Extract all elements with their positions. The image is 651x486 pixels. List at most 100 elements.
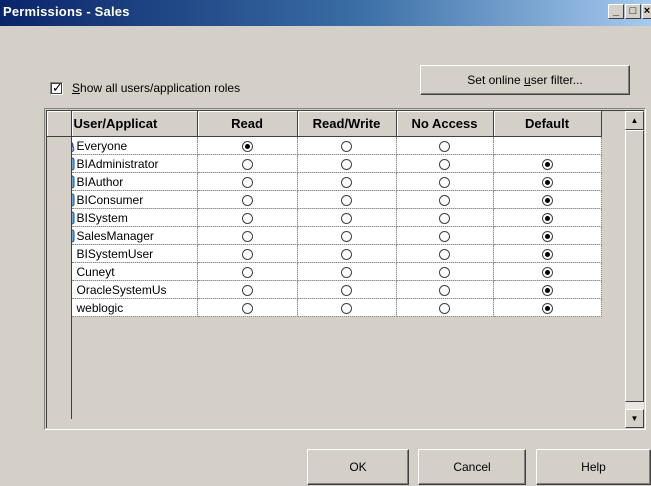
empty-row	[47, 368, 601, 385]
radio-default[interactable]	[541, 158, 553, 170]
table-row[interactable]: SalesManager	[47, 226, 602, 245]
user-name-cell[interactable]: Everyone	[71, 136, 198, 155]
radio-default[interactable]	[541, 176, 553, 188]
user-name-label: BIAuthor	[76, 174, 124, 189]
radio-read-write[interactable]	[341, 194, 352, 206]
radio-read[interactable]	[241, 140, 253, 152]
empty-cell	[71, 368, 197, 385]
table-row[interactable]: BIAdministrator	[47, 154, 602, 173]
radio-no-access[interactable]	[439, 158, 450, 170]
user-name-cell[interactable]: OracleSystemUs	[71, 280, 198, 299]
ok-button[interactable]: OK	[307, 449, 409, 485]
user-name-label: Everyone	[76, 138, 128, 153]
title-bar[interactable]: Permissions - Sales _ □ ×	[0, 0, 651, 26]
radio-no-access[interactable]	[439, 176, 450, 188]
radio-no-access[interactable]	[439, 194, 450, 206]
radio-read-write[interactable]	[341, 158, 352, 170]
table-row[interactable]: OracleSystemUs	[47, 280, 602, 299]
radio-read[interactable]	[241, 212, 253, 224]
show-all-users-option[interactable]: ✓ Show all users/application roles	[50, 80, 240, 96]
radio-read-write[interactable]	[341, 230, 352, 242]
scroll-thumb[interactable]	[625, 130, 644, 402]
radio-read[interactable]	[241, 302, 253, 314]
radio-no-access[interactable]	[439, 266, 450, 278]
column-header-user[interactable]: User/Applicat	[71, 111, 198, 137]
radio-read-write[interactable]	[341, 284, 352, 296]
table-row[interactable]: BIAuthor	[47, 172, 602, 191]
permission-cell-default	[493, 172, 602, 191]
help-button[interactable]: Help	[536, 449, 651, 485]
user-name-cell[interactable]: SalesManager	[71, 226, 198, 245]
row-indicator	[47, 244, 72, 263]
set-online-user-filter-button[interactable]: Set online u ser filter...	[420, 65, 630, 95]
show-all-checkbox[interactable]: ✓	[50, 80, 63, 95]
radio-default[interactable]	[541, 194, 553, 206]
user-name-cell[interactable]: BIAuthor	[71, 172, 198, 191]
radio-no-access[interactable]	[439, 248, 450, 260]
radio-no-access[interactable]	[439, 284, 450, 296]
radio-selected-dot	[544, 179, 550, 185]
radio-read-write[interactable]	[341, 302, 352, 314]
radio-default[interactable]	[541, 302, 553, 314]
scroll-down-button[interactable]: ▼	[625, 409, 644, 428]
close-button[interactable]: ×	[642, 4, 651, 19]
radio-read-write[interactable]	[341, 140, 352, 152]
radio-read-write[interactable]	[341, 248, 352, 260]
empty-cell	[71, 334, 197, 351]
radio-default[interactable]	[541, 284, 553, 296]
radio-read[interactable]	[241, 284, 253, 296]
cancel-button[interactable]: Cancel	[418, 449, 526, 485]
column-header-read-write[interactable]: Read/Write	[297, 111, 397, 137]
empty-cell	[297, 316, 396, 334]
user-name-cell[interactable]: weblogic	[71, 298, 198, 317]
user-name-cell[interactable]: BISystem	[71, 208, 198, 227]
radio-read[interactable]	[241, 194, 253, 206]
permission-cell-read-write	[297, 190, 397, 209]
radio-read[interactable]	[241, 248, 253, 260]
radio-default[interactable]	[541, 248, 553, 260]
permission-cell-read	[197, 136, 298, 155]
radio-read-write[interactable]	[341, 266, 352, 278]
empty-cell	[493, 334, 601, 351]
user-name-cell[interactable]: Cuneyt	[71, 262, 198, 281]
radio-read[interactable]	[241, 176, 253, 188]
scroll-up-button[interactable]: ▲	[625, 111, 644, 130]
radio-no-access[interactable]	[439, 230, 450, 242]
user-name-cell[interactable]: BISystemUser	[71, 244, 198, 263]
user-name-cell[interactable]: BIAdministrator	[71, 154, 198, 173]
radio-read[interactable]	[241, 158, 253, 170]
permission-cell-read	[197, 262, 298, 281]
empty-cell	[297, 334, 396, 351]
show-all-label[interactable]: Show all users/application roles	[72, 81, 240, 95]
user-name-label: BIAdministrator	[76, 156, 159, 171]
radio-no-access[interactable]	[439, 212, 450, 224]
empty-cell	[197, 402, 297, 419]
radio-read[interactable]	[241, 230, 253, 242]
column-header-no-access[interactable]: No Access	[396, 111, 494, 137]
radio-read-write[interactable]	[341, 176, 352, 188]
radio-default[interactable]	[541, 212, 553, 224]
permission-cell-default	[493, 154, 602, 173]
table-row[interactable]: BISystemUser	[47, 244, 602, 263]
radio-read[interactable]	[241, 266, 253, 278]
table-row[interactable]: BIConsumer	[47, 190, 602, 209]
table-row[interactable]: Everyone	[47, 136, 602, 155]
table-row[interactable]: Cuneyt	[47, 262, 602, 281]
radio-no-access[interactable]	[439, 302, 450, 314]
maximize-button[interactable]: □	[625, 4, 641, 19]
column-header-read[interactable]: Read	[197, 111, 298, 137]
table-row[interactable]: weblogic	[47, 298, 602, 317]
user-name-label: BIConsumer	[76, 192, 144, 207]
permission-cell-default	[493, 244, 602, 263]
column-header-default[interactable]: Default	[493, 111, 602, 137]
empty-cell	[396, 385, 493, 402]
radio-default[interactable]	[541, 266, 553, 278]
radio-read-write[interactable]	[341, 212, 352, 224]
radio-selected-dot	[244, 143, 250, 149]
radio-no-access[interactable]	[439, 140, 450, 152]
user-name-cell[interactable]: BIConsumer	[71, 190, 198, 209]
radio-default[interactable]	[541, 230, 553, 242]
vertical-scrollbar[interactable]: ▲ ▼	[624, 111, 644, 428]
table-row[interactable]: BISystem	[47, 208, 602, 227]
minimize-button[interactable]: _	[608, 4, 624, 19]
